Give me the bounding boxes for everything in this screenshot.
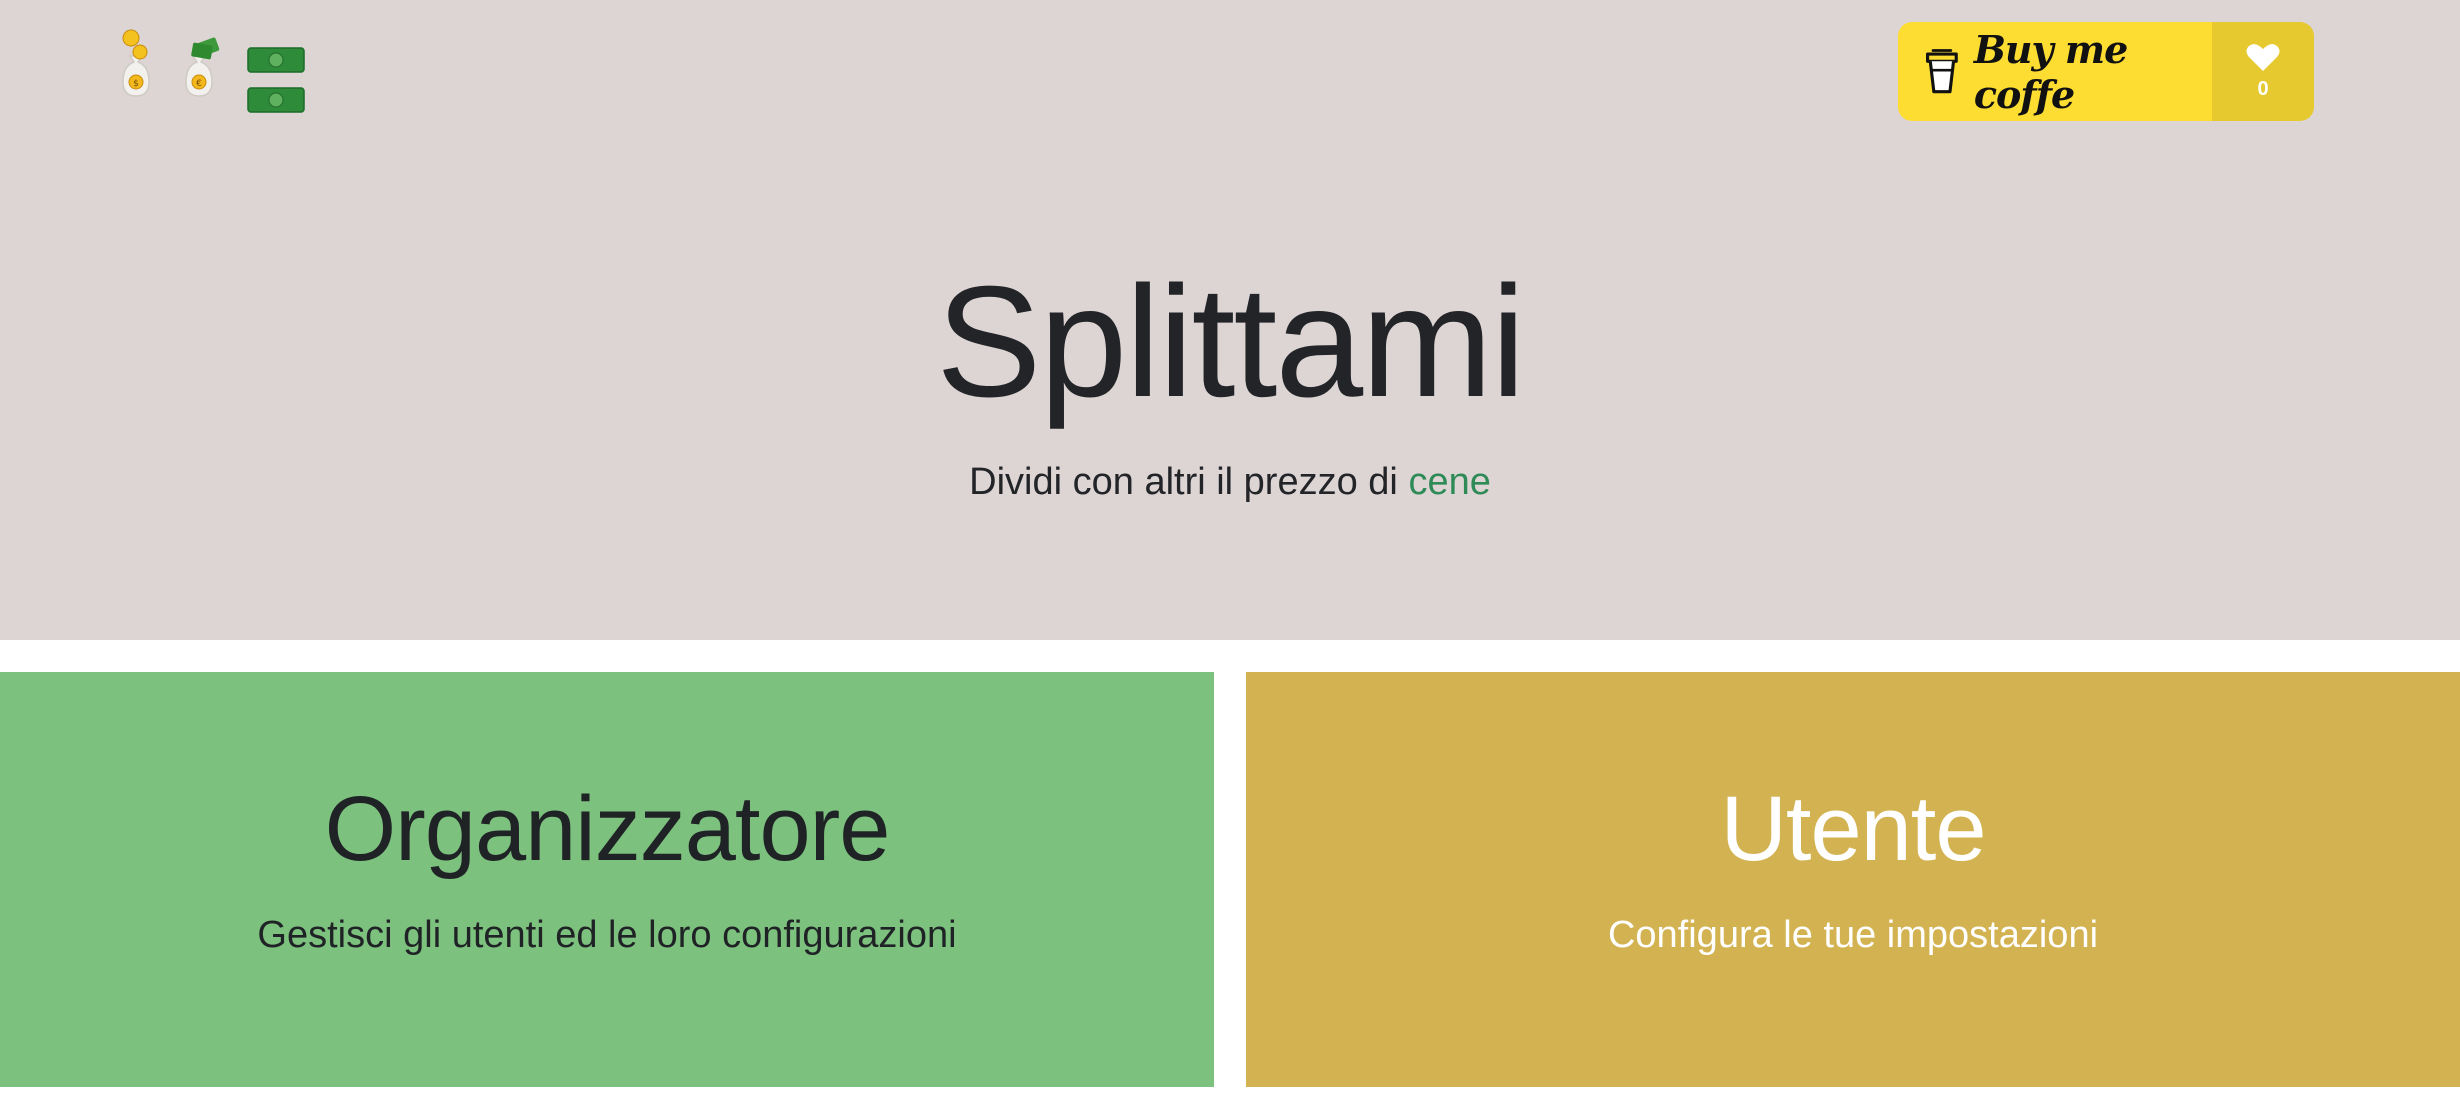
support-counter[interactable]: 0: [2212, 22, 2314, 121]
heart-icon: [2246, 44, 2280, 71]
page-subtitle: Dividi con altri il prezzo di cene: [0, 458, 2460, 506]
organizer-card[interactable]: Organizzatore Gestisci gli utenti ed le …: [0, 672, 1214, 1087]
user-card-subtitle: Configura le tue impostazioni: [1607, 914, 2099, 956]
hero-section: $ € Buy me coffe 0 Splittami Dividi con …: [0, 0, 2460, 640]
buy-me-coffee-button[interactable]: Buy me coffe 0: [1898, 22, 2314, 121]
organizer-card-title: Organizzatore: [324, 778, 891, 880]
page-title: Splittami: [936, 254, 1526, 430]
subtitle-text: Dividi con altri il prezzo di: [969, 461, 1398, 503]
svg-text:$: $: [133, 79, 139, 89]
organizer-card-subtitle: Gestisci gli utenti ed le loro configura…: [257, 914, 957, 956]
money-logo-icon: $ €: [122, 29, 305, 113]
user-card[interactable]: Utente Configura le tue impostazioni: [1246, 672, 2460, 1087]
svg-text:€: €: [196, 79, 202, 89]
coffee-cup-icon: [1926, 48, 1958, 93]
support-count: 0: [2257, 78, 2269, 100]
buy-me-coffee-label: Buy me coffe: [1973, 26, 2128, 117]
subtitle-highlight: cene: [1408, 461, 1491, 503]
user-card-title: Utente: [1720, 778, 1986, 880]
buy-me-coffee-main[interactable]: Buy me coffe: [1898, 22, 2212, 121]
